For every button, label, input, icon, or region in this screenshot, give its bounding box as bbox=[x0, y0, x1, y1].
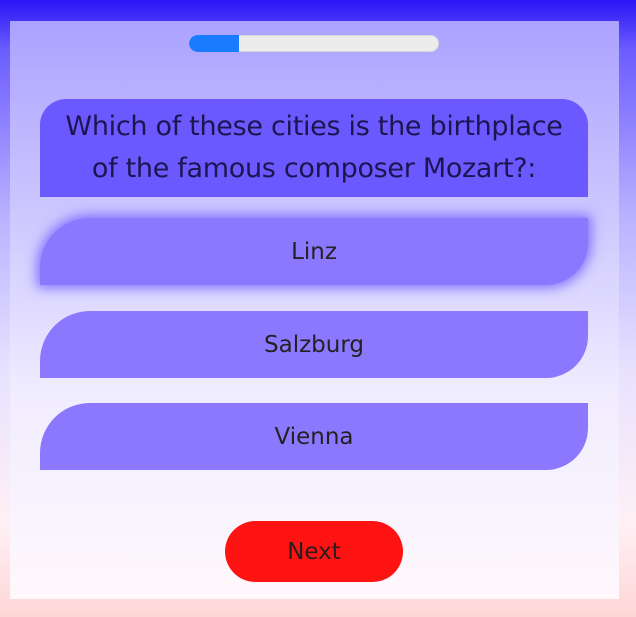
answer-option-linz[interactable]: Linz bbox=[40, 218, 588, 285]
quiz-card: Which of these cities is the birthplace … bbox=[10, 21, 619, 599]
next-button[interactable]: Next bbox=[225, 521, 403, 582]
answer-option-vienna[interactable]: Vienna bbox=[40, 403, 588, 470]
answer-option-salzburg[interactable]: Salzburg bbox=[40, 311, 588, 378]
progress-bar bbox=[189, 35, 439, 52]
progress-fill bbox=[189, 35, 239, 52]
question-text: Which of these cities is the birthplace … bbox=[40, 99, 588, 197]
